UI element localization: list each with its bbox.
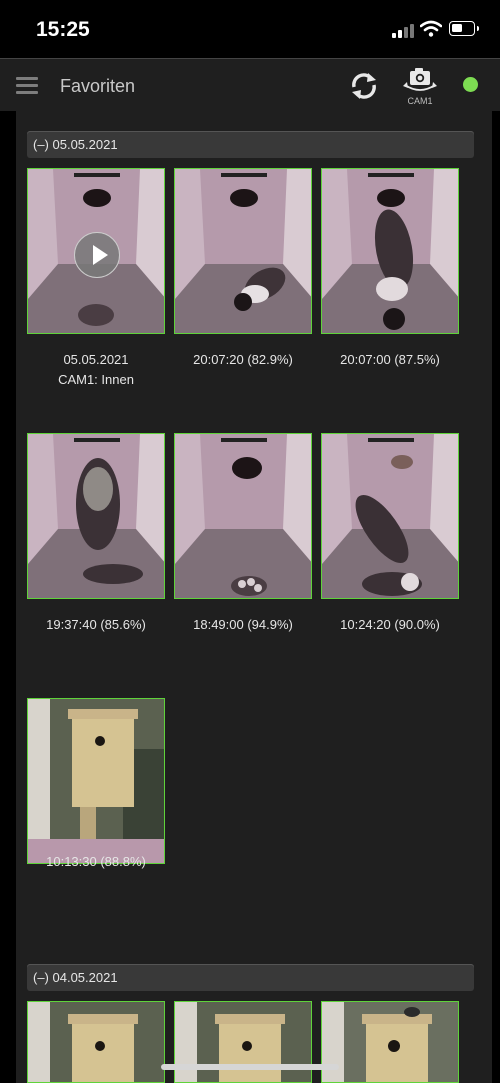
thumbnail-caption: 20:07:00 (87.5%) [310,350,470,370]
caption-camera: CAM1: Innen [58,372,134,387]
status-bar: 15:25 [0,0,500,58]
camera-label: CAM1 [407,96,433,106]
nest-box-interior-image [28,434,164,598]
thumbnail-item[interactable] [321,168,459,334]
wifi-icon [420,20,442,37]
thumbnail-item[interactable] [27,168,165,334]
thumbnail-item[interactable] [27,698,165,864]
caption-time: 18:49:00 (94.9%) [193,617,293,632]
thumbnail-item[interactable] [321,433,459,599]
thumbnail-item[interactable] [27,1001,165,1083]
caption-time: 20:07:00 (87.5%) [340,352,440,367]
section-header-label: (–) 04.05.2021 [33,970,118,985]
menu-icon[interactable] [16,77,38,94]
thumbnail-item[interactable] [174,1001,312,1083]
play-icon[interactable] [74,232,120,278]
thumbnail-caption: 10:24:20 (90.0%) [310,615,470,635]
caption-time: 10:13:30 (88.8%) [46,854,146,869]
camera-switch-icon [403,68,437,91]
signal-icon [392,24,416,38]
battery-icon [449,21,479,36]
thumbnail-caption: 19:37:40 (85.6%) [16,615,176,635]
connection-status-indicator [463,77,478,92]
nest-box-exterior-image [175,1002,311,1082]
favorites-panel: (–) 05.05.2021 05.05.2021 CAM1: Innen 20… [16,111,492,1083]
home-indicator[interactable] [161,1064,339,1070]
nest-box-interior-image [322,169,458,333]
refresh-icon[interactable] [349,71,379,101]
thumbnail-item[interactable] [321,1001,459,1083]
nest-box-interior-image [175,434,311,598]
nest-box-exterior-image [28,1002,164,1082]
section-header-04-05-2021[interactable]: (–) 04.05.2021 [27,964,474,991]
caption-time: 20:07:20 (82.9%) [193,352,293,367]
section-header-label: (–) 05.05.2021 [33,137,118,152]
section-header-05-05-2021[interactable]: (–) 05.05.2021 [27,131,474,158]
nest-box-interior-image [175,169,311,333]
nest-box-interior-image [322,434,458,598]
nest-box-exterior-image [28,699,164,839]
thumbnail-caption: 20:07:20 (82.9%) [163,350,323,370]
nest-box-exterior-image [322,1002,458,1082]
status-time: 15:25 [36,18,90,41]
favorites-content[interactable]: (–) 05.05.2021 05.05.2021 CAM1: Innen 20… [0,111,500,1083]
thumbnail-item[interactable] [174,433,312,599]
caption-date: 05.05.2021 [63,352,129,367]
caption-time: 19:37:40 (85.6%) [46,617,146,632]
thumbnail-item[interactable] [27,433,165,599]
app-header: Favoriten CAM1 [0,58,500,112]
thumbnail-caption: 10:13:30 (88.8%) [16,852,176,872]
thumbnail-item[interactable] [174,168,312,334]
caption-time: 10:24:20 (90.0%) [340,617,440,632]
page-title: Favoriten [60,76,136,96]
camera-switch-button[interactable]: CAM1 [402,65,438,107]
thumbnail-caption: 18:49:00 (94.9%) [163,615,323,635]
thumbnail-caption: 05.05.2021 CAM1: Innen [16,350,176,390]
